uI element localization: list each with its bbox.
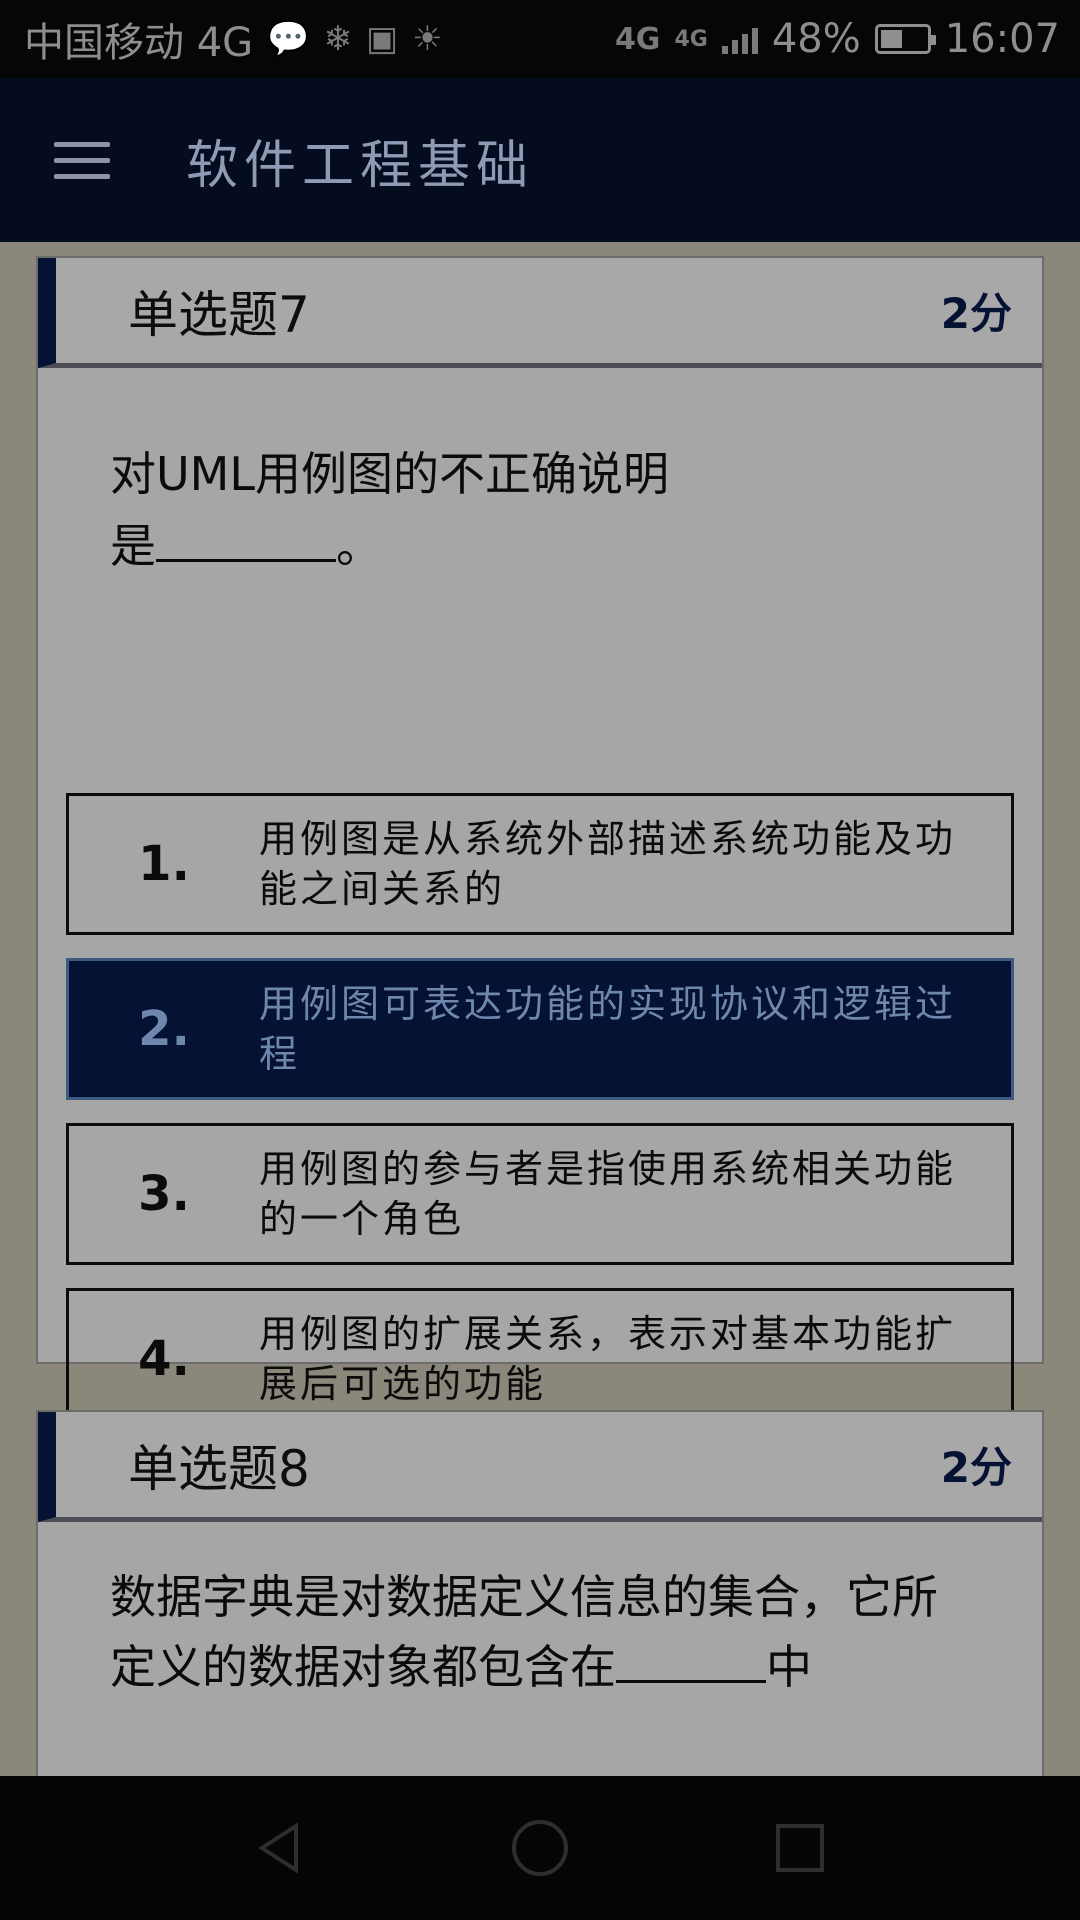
question-text-tail: 中 [766,1640,812,1694]
question-text-suffix: 。 [336,519,382,573]
clock: 16:07 [944,16,1060,62]
question-header: 单选题7 2分 [38,258,1042,368]
question-text: 数据字典是对数据定义信息的集合，它所定义的数据对象都包含在中 [38,1522,1042,1702]
option-number: 4. [138,1331,190,1387]
options-list: 1. 用例图是从系统外部描述系统功能及功能之间关系的 2. 用例图可表达功能的实… [38,793,1042,1430]
question-card-7: 单选题7 2分 对UML用例图的不正确说明 是。 1. 用例图是从系统外部描述系… [36,256,1044,1430]
option-text: 用例图的参与者是指使用系统相关功能的一个角色 [259,1147,957,1241]
app-bar: 软件工程基础 [0,78,1080,242]
recents-square-icon[interactable] [765,1813,835,1883]
question-card-8: 单选题8 2分 数据字典是对数据定义信息的集合，它所定义的数据对象都包含在中 [36,1410,1044,1790]
status-left: 中国移动 4G 💬 ❄ ▣ ☀ [24,10,443,68]
network-type-label: 4G [614,21,661,57]
battery-icon [874,24,936,54]
question-title: 单选题7 [128,285,310,344]
answer-blank [616,1639,766,1683]
system-nav-bar [0,1776,1080,1920]
option-text: 用例图的扩展关系，表示对基本功能扩展后可选的功能 [259,1312,957,1406]
app-title: 软件工程基础 [186,135,535,196]
option-4[interactable]: 4. 用例图的扩展关系，表示对基本功能扩展后可选的功能 [66,1288,1014,1430]
hamburger-menu-icon[interactable] [54,138,114,182]
option-number: 3. [138,1166,190,1222]
carrier-label: 中国移动 4G [24,20,254,66]
signal-strength-icon [721,24,758,54]
battery-fill [880,30,902,48]
option-number: 2. [138,1001,190,1057]
notification-app-icon: ❄ [323,19,353,59]
status-right: 4G 4G 48% 16:07 [615,16,1060,62]
question-score: 2分 [940,289,1012,338]
option-text: 用例图可表达功能的实现协议和逻辑过程 [259,982,957,1076]
option-text: 用例图是从系统外部描述系统功能及功能之间关系的 [259,817,957,911]
status-bar: 中国移动 4G 💬 ❄ ▣ ☀ 4G 4G 48% 16:07 [0,0,1080,78]
question-title: 单选题8 [128,1439,310,1498]
home-circle-icon[interactable] [505,1813,575,1883]
option-3[interactable]: 3. 用例图的参与者是指使用系统相关功能的一个角色 [66,1123,1014,1265]
battery-percent: 48% [771,16,861,62]
network-type-label-2: 4G [674,26,708,52]
back-triangle-icon[interactable] [245,1813,315,1883]
question-text-line2: 是。 [110,510,982,582]
option-2[interactable]: 2. 用例图可表达功能的实现协议和逻辑过程 [66,958,1014,1100]
message-icon: 💬 [267,19,310,59]
question-text: 对UML用例图的不正确说明 是。 [38,368,1042,793]
question-text-body: 数据字典是对数据定义信息的集合，它所定义的数据对象都包含在 [110,1570,938,1694]
question-header: 单选题8 2分 [38,1412,1042,1522]
image-icon: ▣ [366,19,399,59]
option-number: 1. [138,836,190,892]
answer-blank [156,518,336,562]
question-text-prefix: 是 [110,519,156,573]
question-score: 2分 [940,1443,1012,1492]
brightness-icon: ☀ [412,19,443,59]
question-text-line1: 对UML用例图的不正确说明 [110,447,669,501]
option-1[interactable]: 1. 用例图是从系统外部描述系统功能及功能之间关系的 [66,793,1014,935]
